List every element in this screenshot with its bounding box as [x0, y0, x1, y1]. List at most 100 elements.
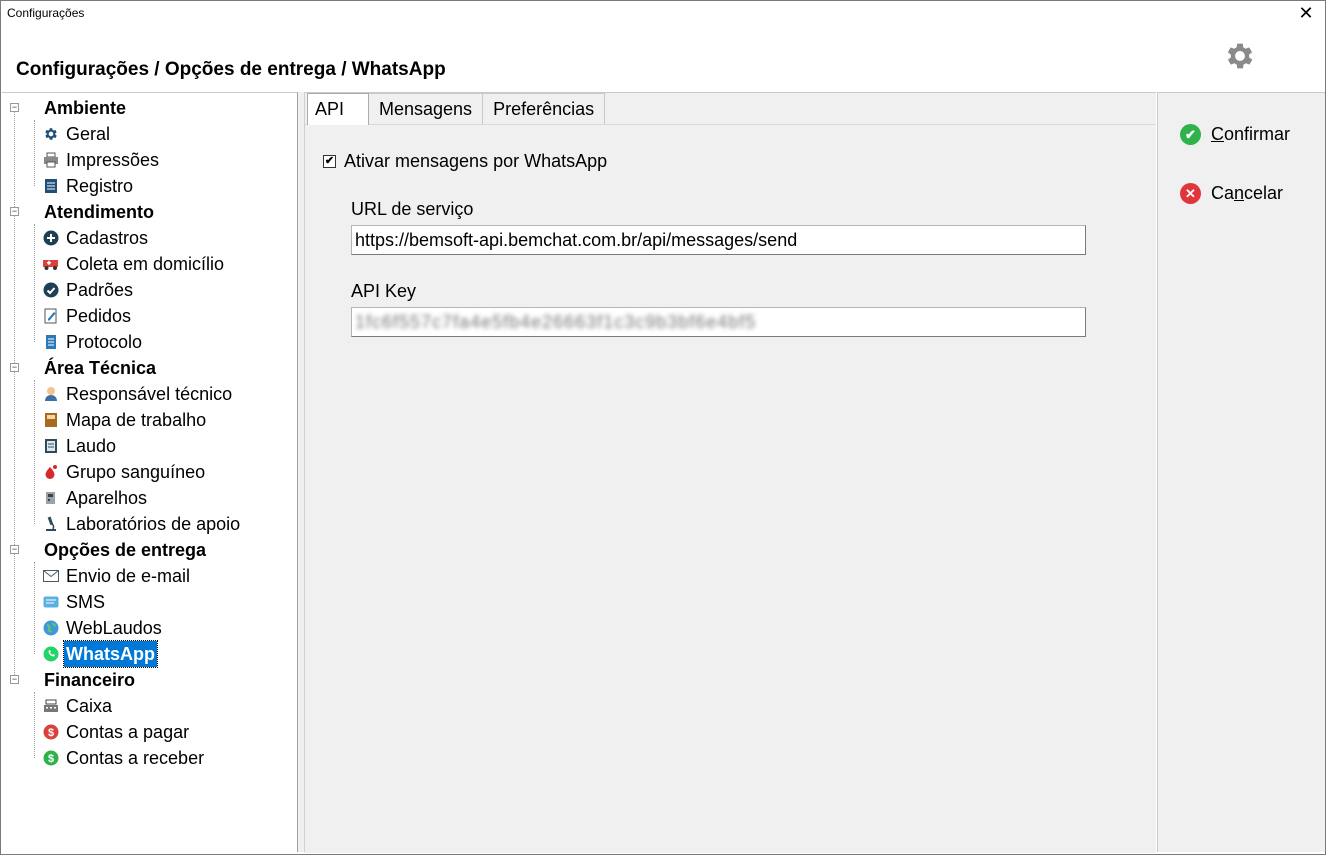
cancel-mnemonic: n [1234, 183, 1245, 203]
gear-icon [42, 125, 60, 143]
microscope-icon [42, 515, 60, 533]
tab-mensagens[interactable]: Mensagens [368, 93, 484, 124]
tree-line [34, 692, 35, 758]
cancel-button[interactable]: ✕ Cancelar [1180, 183, 1283, 204]
document-icon [42, 177, 60, 195]
tree-line [34, 380, 35, 524]
tree-item-label: WhatsApp [63, 640, 158, 668]
collapse-icon[interactable]: − [10, 103, 19, 112]
person-icon [42, 385, 60, 403]
edit-icon [42, 307, 60, 325]
sms-icon [42, 593, 60, 611]
tree-item-label: Laboratórios de apoio [66, 514, 241, 534]
tree-item-weblaudos[interactable]: WebLaudos [42, 615, 164, 641]
checkbox-mark: ✔ [323, 155, 336, 168]
action-panel: ✔ Confirmar ✕ Cancelar [1157, 92, 1325, 852]
confirm-label-rest: onfirmar [1224, 124, 1291, 144]
tree-item-label: Laudo [66, 436, 117, 456]
collapse-icon[interactable]: − [10, 545, 19, 554]
tree-item-label: Contas a receber [66, 748, 205, 768]
tab-strip: API Mensagens Preferências [307, 93, 606, 125]
settings-tree: − Ambiente Geral Impressões Registro − A… [2, 92, 298, 852]
tree-item-impressoes[interactable]: Impressões [42, 147, 161, 173]
title-bar: Configurações ✕ [1, 1, 1325, 27]
plus-circle-icon [42, 229, 60, 247]
check-circle-icon [42, 281, 60, 299]
api-key-value: 1fc6f557c7fa4e5fb4e26663f1c3c9b3bf6e4bf5 [355, 312, 757, 332]
confirm-button[interactable]: ✔ Confirmar [1180, 124, 1290, 145]
tree-splitter[interactable] [298, 92, 305, 852]
confirm-label: Confirmar [1211, 124, 1290, 145]
cancel-label-prefix: Ca [1211, 183, 1235, 203]
tree-item-label: Protocolo [66, 332, 143, 352]
tree-item-pedidos[interactable]: Pedidos [42, 303, 133, 329]
tab-preferencias[interactable]: Preferências [482, 93, 606, 124]
report-icon [42, 437, 60, 455]
tree-item-grupo-sanguineo[interactable]: Grupo sanguíneo [42, 459, 207, 485]
api-key-label: API Key [351, 281, 417, 301]
ambulance-icon [42, 255, 60, 273]
tree-item-label: Grupo sanguíneo [66, 462, 206, 482]
tree-item-mapa[interactable]: Mapa de trabalho [42, 407, 208, 433]
collapse-icon[interactable]: − [10, 675, 19, 684]
tree-item-aparelhos[interactable]: Aparelhos [42, 485, 149, 511]
tree-group-area-tecnica[interactable]: Área Técnica [44, 355, 156, 381]
confirm-mnemonic: C [1211, 124, 1224, 144]
tree-item-label: Caixa [66, 696, 113, 716]
svg-text:$: $ [48, 753, 54, 765]
tree-group-ambiente[interactable]: Ambiente [44, 95, 126, 121]
tab-panel-api: ✔ Ativar mensagens por WhatsApp URL de s… [305, 124, 1156, 853]
enable-whatsapp-checkbox[interactable]: ✔ Ativar mensagens por WhatsApp [323, 151, 607, 172]
tree-item-coleta[interactable]: Coleta em domicílio [42, 251, 226, 277]
content-panel: API Mensagens Preferências ✔ Ativar mens… [305, 92, 1156, 853]
tree-item-label: Registro [66, 176, 134, 196]
window-title: Configurações [7, 6, 85, 20]
checkbox-label: Ativar mensagens por WhatsApp [344, 151, 608, 171]
tree-item-label: Impressões [66, 150, 160, 170]
tree-line [34, 120, 35, 186]
tree-line [14, 103, 15, 681]
tree-group-atendimento[interactable]: Atendimento [44, 199, 154, 225]
file-icon [42, 333, 60, 351]
url-field[interactable]: https://bemsoft-api.bemchat.com.br/api/m… [351, 225, 1086, 255]
tree-item-laudo[interactable]: Laudo [42, 433, 118, 459]
tree-item-contas-receber[interactable]: $ Contas a receber [42, 745, 206, 771]
tree-item-caixa[interactable]: Caixa [42, 693, 114, 719]
tree-item-label: Coleta em domicílio [66, 254, 225, 274]
tree-item-responsavel[interactable]: Responsável técnico [42, 381, 234, 407]
tree-group-opcoes-entrega[interactable]: Opções de entrega [44, 537, 206, 563]
tree-item-protocolo[interactable]: Protocolo [42, 329, 144, 355]
printer-icon [42, 151, 60, 169]
tree-item-registro[interactable]: Registro [42, 173, 135, 199]
settings-window: Configurações ✕ Configurações / Opções d… [0, 0, 1326, 855]
tree-item-geral[interactable]: Geral [42, 121, 112, 147]
close-circle-icon: ✕ [1180, 183, 1201, 204]
collapse-icon[interactable]: − [10, 363, 19, 372]
tree-item-padroes[interactable]: Padrões [42, 277, 135, 303]
dollar-green-icon: $ [42, 749, 60, 767]
tab-api[interactable]: API [307, 93, 369, 125]
tree-item-laboratorios[interactable]: Laboratórios de apoio [42, 511, 242, 537]
tree-item-sms[interactable]: SMS [42, 589, 107, 615]
close-icon[interactable]: ✕ [1291, 1, 1321, 27]
tree-item-label: Mapa de trabalho [66, 410, 207, 430]
url-label: URL de serviço [351, 199, 474, 219]
tree-item-label: Aparelhos [66, 488, 148, 508]
page-header: Configurações / Opções de entrega / What… [1, 27, 1325, 91]
gear-icon [1227, 43, 1253, 69]
tree-item-email[interactable]: Envio de e-mail [42, 563, 192, 589]
collapse-icon[interactable]: − [10, 207, 19, 216]
tree-item-label: Contas a pagar [66, 722, 190, 742]
tree-item-label: Pedidos [66, 306, 132, 326]
tree-item-cadastros[interactable]: Cadastros [42, 225, 150, 251]
check-circle-icon: ✔ [1180, 124, 1201, 145]
whatsapp-icon [42, 645, 60, 663]
tree-item-whatsapp[interactable]: WhatsApp [42, 640, 158, 668]
book-icon [42, 411, 60, 429]
api-key-field[interactable]: 1fc6f557c7fa4e5fb4e26663f1c3c9b3bf6e4bf5 [351, 307, 1086, 337]
cancel-label-rest: celar [1244, 183, 1284, 203]
svg-text:$: $ [48, 727, 54, 739]
tree-item-contas-pagar[interactable]: $ Contas a pagar [42, 719, 191, 745]
tree-line [34, 562, 35, 654]
tree-group-financeiro[interactable]: Financeiro [44, 667, 135, 693]
